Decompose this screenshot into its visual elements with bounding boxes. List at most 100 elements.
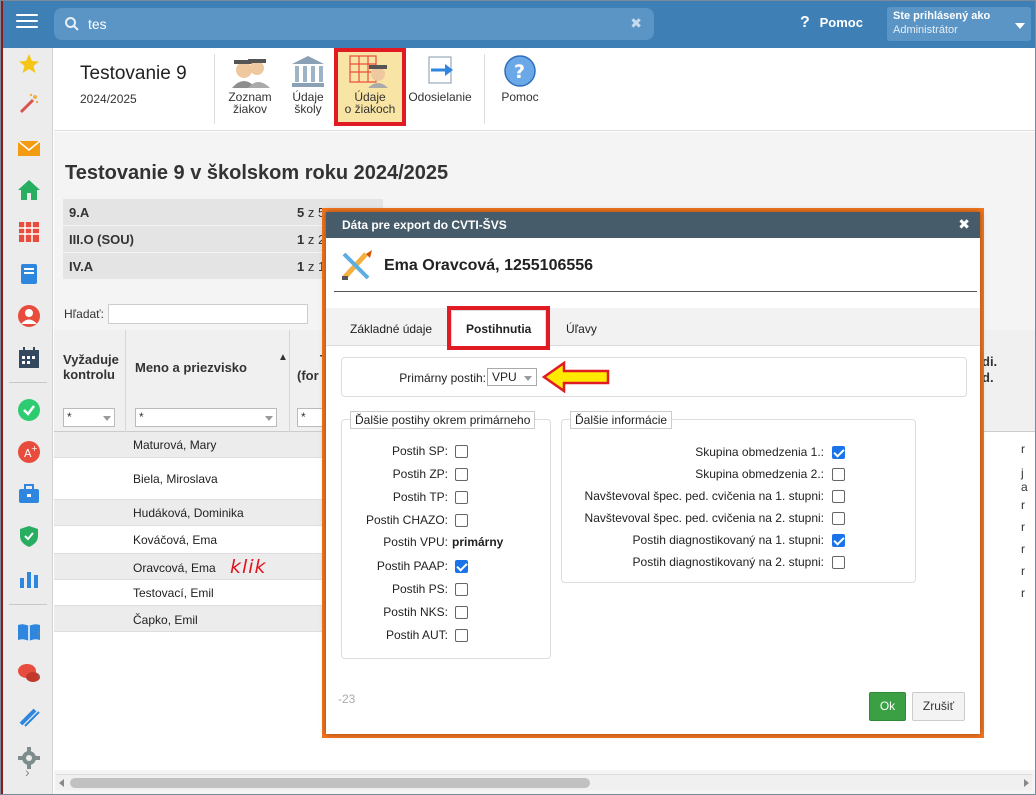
- student-data-icon: [349, 55, 388, 88]
- page-title: Testovanie 9: [80, 63, 187, 84]
- svg-text:+: +: [31, 444, 38, 453]
- table-row[interactable]: Kováčová, Ema: [54, 526, 324, 554]
- notebook-icon[interactable]: [17, 262, 41, 286]
- chevron-down-icon: [1015, 23, 1025, 29]
- postih-chazo-label: Postih CHAZO:: [365, 513, 448, 527]
- diagnosed-2-label: Postih diagnostikovaný na 2. stupni:: [632, 555, 824, 569]
- postih-ps-checkbox[interactable]: [455, 583, 468, 596]
- ok-button[interactable]: Ok: [869, 692, 906, 721]
- class-count: 5 z 5: [297, 205, 326, 220]
- column-header-right: di.: [982, 354, 998, 369]
- table-row[interactable]: Oravcová, Ema: [54, 554, 324, 580]
- special-exercises-2-checkbox[interactable]: [832, 512, 845, 525]
- user-label: Ste prihlásený ako: [893, 10, 991, 22]
- diagnosed-1-checkbox[interactable]: [832, 534, 845, 547]
- postih-chazo-checkbox[interactable]: [455, 514, 468, 527]
- briefcase-icon[interactable]: [17, 482, 41, 506]
- grid-search-input[interactable]: [108, 304, 308, 324]
- class-count: 1 z 2: [297, 232, 326, 247]
- restriction-group-1-label: Skupina obmedzenia 1.:: [695, 445, 824, 459]
- mail-icon[interactable]: [17, 136, 41, 160]
- special-exercises-1-checkbox[interactable]: [832, 490, 845, 503]
- special-exercises-1-label: Navštevoval špec. ped. cvičenia na 1. st…: [584, 489, 824, 503]
- shield-icon[interactable]: [17, 524, 41, 548]
- postih-nks-checkbox[interactable]: [455, 606, 468, 619]
- pointer-arrow-icon: [542, 361, 610, 393]
- check-circle-icon[interactable]: [17, 398, 41, 422]
- students-icon: [232, 59, 270, 88]
- postih-paap-checkbox[interactable]: [455, 560, 468, 573]
- scroll-left-icon[interactable]: [59, 779, 64, 787]
- grade-icon[interactable]: A +: [17, 440, 41, 464]
- help-link[interactable]: ? Pomoc: [800, 14, 863, 32]
- restriction-group-2-checkbox[interactable]: [832, 468, 845, 481]
- calendar-icon[interactable]: [17, 346, 41, 370]
- home-icon[interactable]: [17, 178, 41, 202]
- footer-hint: -23: [338, 692, 356, 706]
- help-circle-icon: ?: [504, 55, 536, 87]
- chevron-right-icon: ›: [37, 670, 41, 681]
- dialog-titlebar[interactable]: Dáta pre export do CVTI-ŠVS ✖: [326, 212, 980, 238]
- horizontal-scrollbar[interactable]: [56, 774, 1032, 790]
- export-dialog: Dáta pre export do CVTI-ŠVS ✖ Ema Oravco…: [326, 212, 980, 734]
- timetable-icon[interactable]: [17, 220, 41, 244]
- diagnosed-2-checkbox[interactable]: [832, 556, 845, 569]
- class-count: 1 z 1: [297, 259, 326, 274]
- toolbar-sending-button[interactable]: Odosielanie: [408, 52, 472, 122]
- bar-chart-icon[interactable]: [17, 566, 41, 590]
- toolbar-label: Odosielanie: [408, 90, 472, 104]
- chevron-right-icon: ›: [37, 628, 41, 639]
- restriction-group-2-label: Skupina obmedzenia 2.:: [695, 467, 824, 481]
- toolbar-label: žiakov: [232, 102, 267, 116]
- toolbar-label: Pomoc: [501, 90, 539, 104]
- search-input[interactable]: [86, 14, 606, 34]
- toolbar-help-button[interactable]: ? Pomoc: [498, 52, 542, 122]
- primary-label: Primárny postih:: [399, 371, 486, 385]
- tab-disabilities[interactable]: Postihnutia: [446, 306, 551, 350]
- tab-reliefs[interactable]: Úľavy: [566, 322, 597, 336]
- tab-basic-data[interactable]: Základné údaje: [350, 322, 432, 336]
- pencil-icon[interactable]: [17, 704, 41, 728]
- toolbar-school-data-button[interactable]: Údaje školy: [286, 52, 330, 122]
- restriction-group-1-checkbox[interactable]: [832, 446, 845, 459]
- postih-zp-checkbox[interactable]: [455, 468, 468, 481]
- table-row[interactable]: Biela, Miroslava: [54, 458, 324, 500]
- magic-wand-icon[interactable]: [17, 92, 41, 116]
- table-row[interactable]: Čapko, Emil: [54, 606, 324, 632]
- star-icon[interactable]: [17, 52, 41, 76]
- postih-sp-checkbox[interactable]: [455, 445, 468, 458]
- table-row[interactable]: Testovací, Emil: [54, 580, 324, 606]
- postih-aut-checkbox[interactable]: [455, 629, 468, 642]
- primary-disability-select[interactable]: VPU: [487, 368, 537, 386]
- hamburger-menu-icon[interactable]: [10, 10, 44, 36]
- filter-name[interactable]: *: [135, 408, 277, 427]
- postih-tp-label: Postih TP:: [392, 490, 448, 504]
- class-name: IV.A: [69, 259, 94, 274]
- cancel-button[interactable]: Zrušiť: [912, 692, 965, 721]
- scroll-right-icon[interactable]: [1024, 779, 1029, 787]
- user-menu[interactable]: Ste prihlásený ako Administrátor: [887, 7, 1031, 41]
- close-icon[interactable]: ✖: [958, 216, 970, 233]
- table-row[interactable]: Hudáková, Dominika: [54, 500, 324, 526]
- column-header-name[interactable]: Meno a priezvisko: [135, 360, 247, 375]
- chevron-right-icon: ›: [25, 764, 30, 780]
- toolbar-student-list-button[interactable]: Zoznam žiakov: [224, 52, 276, 122]
- help-label: Pomoc: [819, 15, 863, 30]
- grid-search-label: Hľadať:: [64, 307, 105, 321]
- section-title: Testovanie 9 v školskom roku 2024/2025: [65, 162, 449, 184]
- toolbar-student-data-button[interactable]: Údaje o žiakoch: [334, 48, 406, 126]
- postih-tp-checkbox[interactable]: [455, 491, 468, 504]
- clear-search-icon[interactable]: ✖: [630, 15, 642, 32]
- diagnosed-1-label: Postih diagnostikovaný na 1. stupni:: [632, 533, 824, 547]
- postih-nks-label: Postih NKS:: [383, 605, 448, 619]
- filter-review[interactable]: *: [63, 408, 115, 427]
- other-disabilities-box: Ďalšie postihy okrem primárneho Postih S…: [341, 411, 551, 659]
- column-header-review[interactable]: Vyžaduje kontrolu: [63, 352, 125, 382]
- top-bar: ✖ ? Pomoc Ste prihlásený ako Administrát…: [0, 0, 1036, 48]
- postih-sp-label: Postih SP:: [391, 444, 448, 458]
- other-disabilities-legend: Ďalšie postihy okrem primárneho: [350, 411, 536, 429]
- dialog-divider: [334, 291, 977, 292]
- scrollbar-thumb[interactable]: [70, 778, 590, 788]
- table-row[interactable]: Maturová, Mary: [54, 432, 324, 458]
- user-circle-icon[interactable]: [17, 304, 41, 328]
